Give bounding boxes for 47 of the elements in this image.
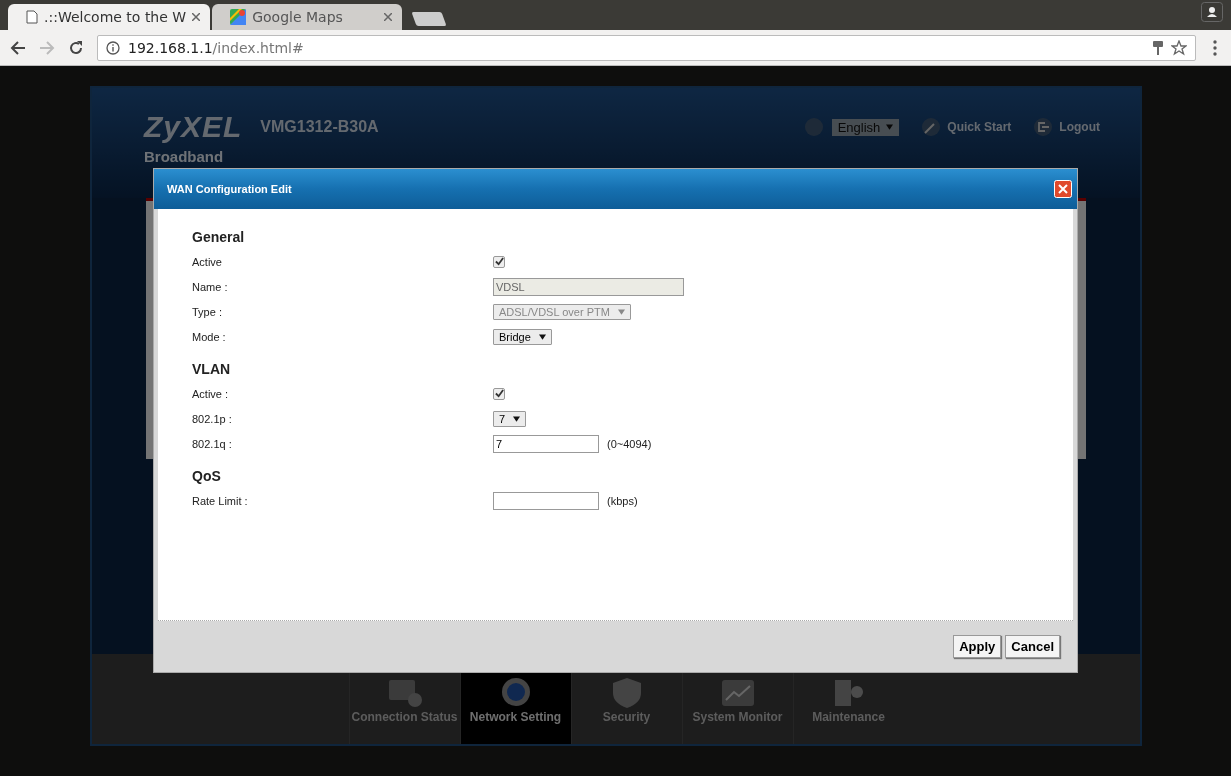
section-heading: QoS [192,468,222,484]
dialog-button[interactable]: Apply [953,635,1002,658]
field-label: Type : [192,305,223,318]
dropdown[interactable]: Bridge [493,328,552,345]
field-label: 802.1p : [192,412,233,425]
section-heading: General [192,229,246,245]
browser-tab[interactable]: Google Maps [212,4,403,30]
address-bar[interactable]: 192.168.1.1/index.html# [97,34,1196,61]
page-title: Broadband [144,148,225,165]
field-label: Active : [192,387,230,400]
close-icon[interactable] [384,13,393,21]
caret-icon [538,333,546,340]
dropdown[interactable]: 7 [493,410,527,427]
page-icon [26,10,38,24]
checkbox[interactable] [493,387,505,400]
logout-icon [1033,117,1054,137]
field-label: Mode : [192,330,227,343]
profile-icon[interactable] [1201,2,1223,22]
caret-icon [513,415,521,422]
close-icon[interactable] [192,13,201,21]
section-heading: VLAN [192,361,232,377]
field-label: Active [192,255,223,268]
model-name: VMG1312-B30A [260,118,379,136]
field-label: Name : [192,280,229,293]
caret-icon [617,308,625,315]
field-label: Rate Limit : [192,494,249,507]
url-text: 192.168.1.1/index.html# [128,39,304,56]
reload-icon[interactable] [68,39,84,56]
input-field[interactable]: 7 [493,434,599,453]
range-hint: (kbps) [607,494,638,507]
checkbox[interactable] [493,255,505,268]
star-icon[interactable] [1171,39,1187,56]
field-label: 802.1q : [192,437,233,450]
browser-tab[interactable]: .::Welcome to the W [8,4,211,30]
new-tab-button[interactable] [411,12,447,26]
brand-logo: ZyXEL [144,110,243,144]
dialog-title: WAN Configuration Edit [167,183,292,195]
caret-icon [886,124,894,130]
header-link[interactable]: Quick Start [947,120,1012,134]
map-icon [230,9,247,25]
range-hint: (0~4094) [607,437,652,450]
menu-icon[interactable] [1213,39,1217,56]
header-link[interactable]: Logout [1059,120,1100,134]
back-icon[interactable] [10,39,26,56]
input-field[interactable] [493,491,599,510]
dialog-button[interactable]: Cancel [1005,635,1060,658]
info-icon[interactable] [106,40,120,55]
